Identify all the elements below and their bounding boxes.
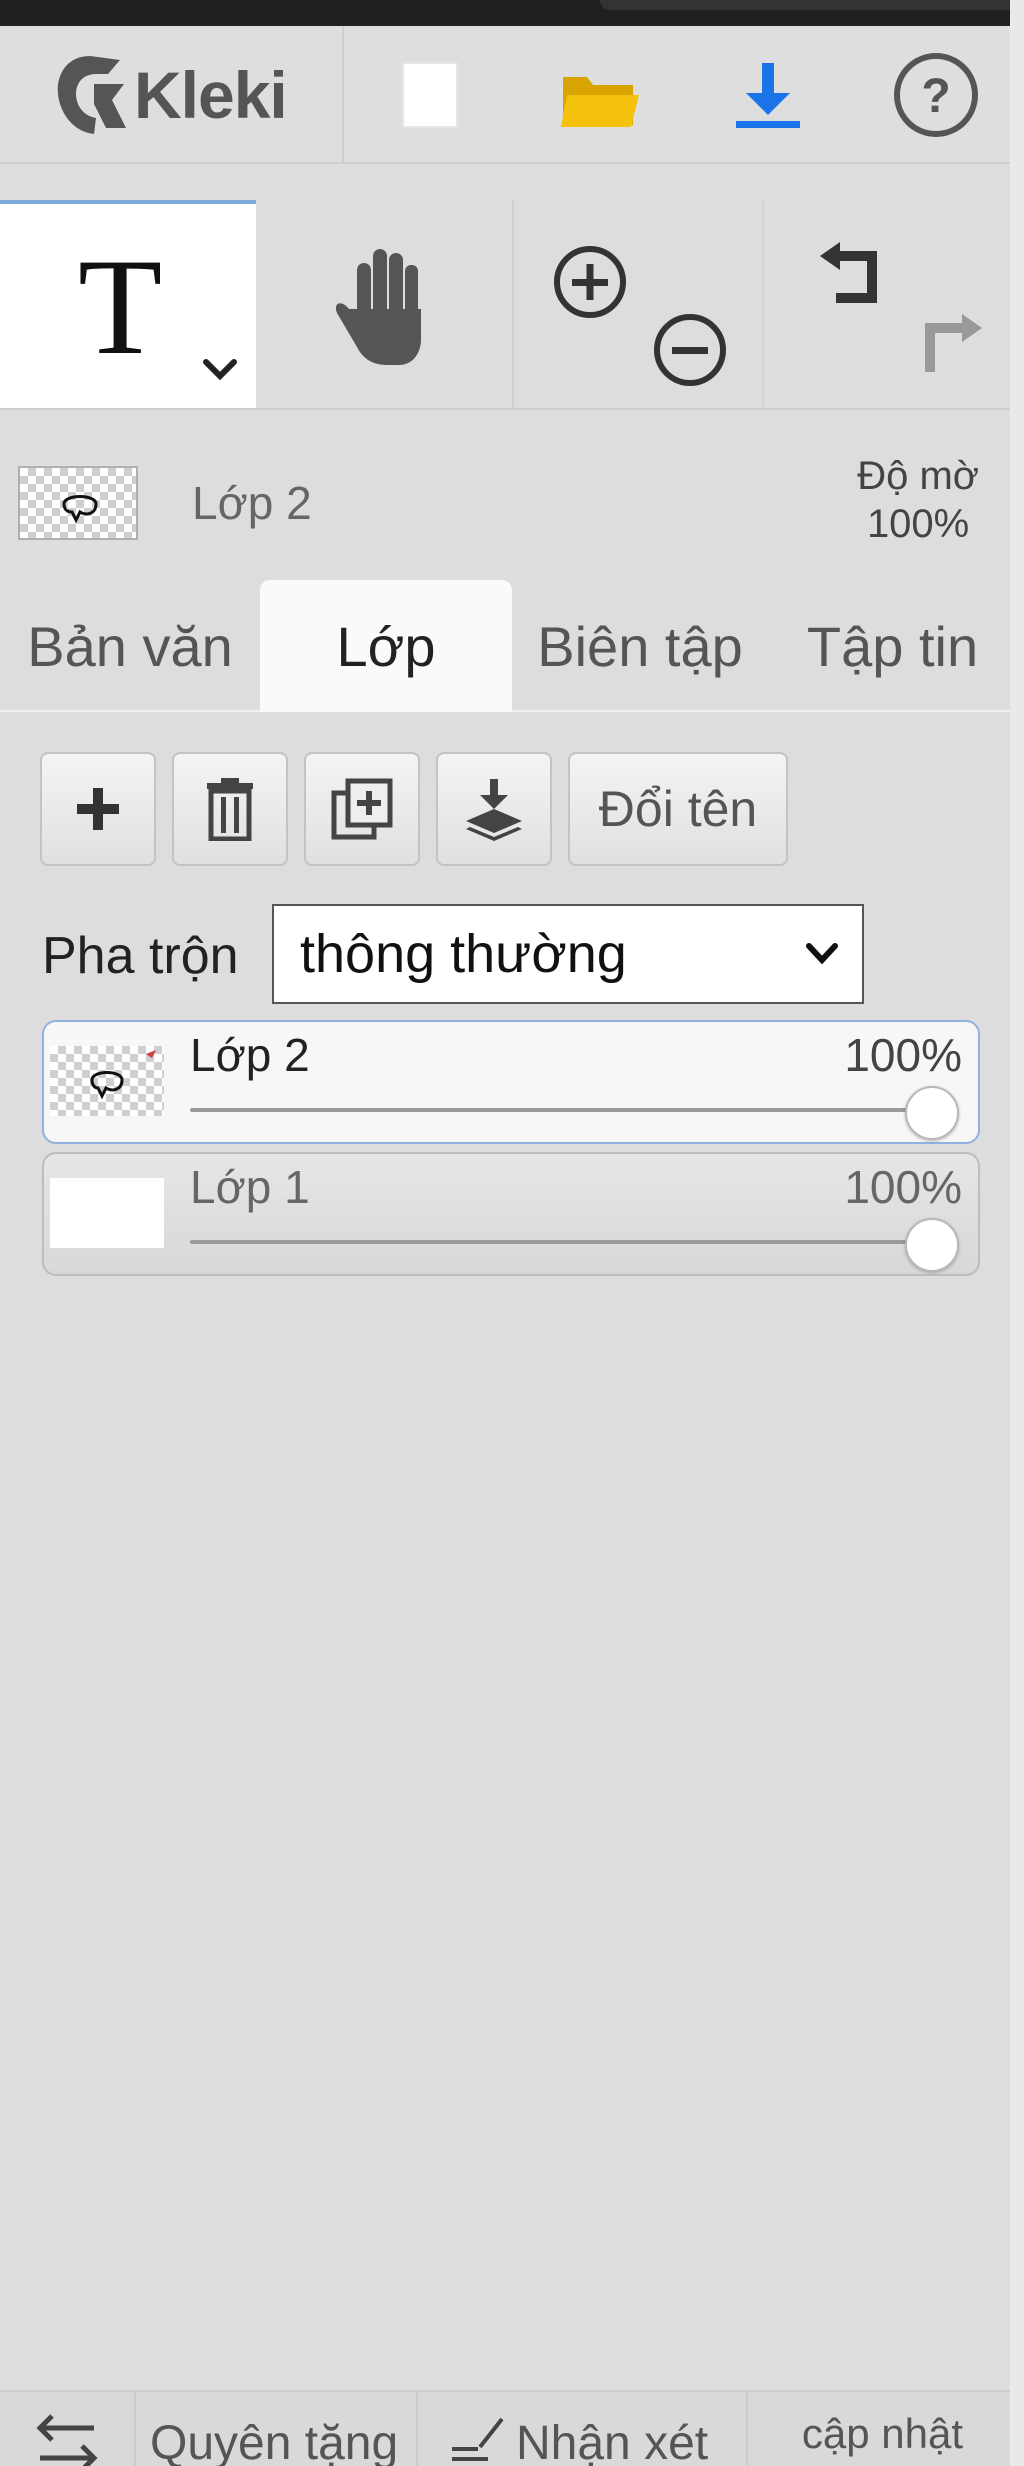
blend-mode-value: thông thường [300, 924, 627, 984]
zoom-in-icon[interactable] [550, 242, 630, 322]
toolbar-divider [0, 408, 1017, 410]
update-date: 2022-03-12 [748, 2458, 1017, 2466]
panel-tabs: Bản văn Lớp Biên tập Tập tin [0, 552, 1017, 712]
svg-text:?: ? [921, 70, 950, 123]
layer-item-1[interactable]: Lớp 1 100% [42, 1152, 980, 1276]
app-header: Kleki ? [0, 26, 1017, 164]
hand-tool-button[interactable] [256, 200, 514, 408]
blend-mode-row: Pha trộn thông thường [0, 902, 1017, 1006]
merge-down-icon [466, 779, 522, 841]
app-name: Kleki [134, 58, 288, 132]
blend-mode-label: Pha trộn [42, 927, 239, 985]
help-icon: ? [894, 53, 978, 137]
opacity-label: Độ mờ [857, 454, 979, 498]
feedback-link[interactable]: Nhận xét [418, 2392, 748, 2466]
layer-name: Lớp 2 [190, 1029, 310, 1081]
panel-footer: Quyên tặng Nhận xét cập nhật 2022-03-12 [0, 2390, 1017, 2466]
current-layer-thumbnail [18, 466, 138, 540]
layer-thumbnail [50, 1046, 164, 1116]
history-controls [762, 200, 1017, 408]
opacity-readout: Độ mờ 100% [857, 452, 979, 548]
new-file-button[interactable] [350, 26, 510, 164]
undo-icon[interactable] [812, 236, 892, 316]
layer-name: Lớp 1 [190, 1161, 310, 1213]
opacity-slider-track[interactable] [190, 1108, 932, 1112]
add-layer-button[interactable] [40, 752, 156, 866]
layer-opacity: 100% [844, 1029, 962, 1081]
download-icon [736, 63, 800, 128]
opacity-slider-track[interactable] [190, 1240, 932, 1244]
trash-icon [207, 778, 253, 841]
layer-actions: Đổi tên [0, 752, 1017, 868]
save-file-button[interactable] [688, 26, 848, 164]
layer-drawing-preview [62, 495, 98, 524]
toolbar: T [0, 200, 1017, 408]
hand-icon [335, 249, 421, 365]
help-button[interactable]: ? [856, 26, 1016, 164]
layer-opacity: 100% [844, 1161, 962, 1213]
opacity-value: 100% [866, 502, 970, 546]
open-file-button[interactable] [520, 26, 680, 164]
update-label: cập nhật [801, 2410, 964, 2457]
swap-side-button[interactable] [0, 2392, 136, 2466]
blend-mode-select[interactable]: thông thường [272, 904, 864, 1004]
swap-arrows-icon [36, 2414, 98, 2466]
rename-layer-button[interactable]: Đổi tên [568, 752, 788, 866]
rename-layer-label: Đổi tên [598, 781, 758, 837]
current-layer-name: Lớp 2 [192, 477, 312, 529]
text-tool-icon: T [78, 230, 163, 383]
duplicate-icon [331, 778, 393, 840]
redo-icon[interactable] [910, 308, 990, 388]
merge-down-button[interactable] [436, 752, 552, 866]
tab-layers[interactable]: Lớp [260, 580, 512, 712]
layer-thumbnail [50, 1178, 164, 1248]
text-tool-button[interactable]: T [0, 200, 256, 408]
feedback-pen-icon [452, 2417, 504, 2461]
donate-label: Quyên tặng [150, 2416, 399, 2466]
window-top-bar [0, 0, 1024, 26]
update-info[interactable]: cập nhật 2022-03-12 [748, 2392, 1017, 2466]
folder-icon [561, 77, 639, 127]
kleki-side-panel: Kleki ? T Lớp 2 Độ mờ 100% Bản văn Lớp B… [0, 26, 1017, 2466]
chevron-down-icon[interactable] [200, 354, 240, 382]
donate-link[interactable]: Quyên tặng [136, 2392, 418, 2466]
tab-file[interactable]: Tập tin [768, 580, 1017, 712]
current-layer-info: Lớp 2 Độ mờ 100% [0, 412, 1017, 548]
kleki-logo[interactable]: Kleki [0, 26, 344, 164]
layer-drawing-preview [90, 1050, 156, 1100]
delete-layer-button[interactable] [172, 752, 288, 866]
opacity-slider-handle[interactable] [905, 1218, 959, 1272]
duplicate-layer-button[interactable] [304, 752, 420, 866]
window-edge [1010, 0, 1024, 2466]
tab-text[interactable]: Bản văn [0, 580, 260, 712]
tab-edit[interactable]: Biên tập [512, 580, 768, 712]
zoom-controls [516, 200, 762, 408]
feedback-label: Nhận xét [516, 2416, 709, 2466]
opacity-slider-handle[interactable] [905, 1086, 959, 1140]
kleki-logo-icon [57, 56, 126, 134]
plus-icon [77, 788, 119, 830]
chevron-down-icon [806, 943, 838, 965]
new-document-icon [402, 62, 458, 128]
zoom-out-icon[interactable] [650, 310, 730, 390]
layer-item-2[interactable]: Lớp 2 100% [42, 1020, 980, 1144]
